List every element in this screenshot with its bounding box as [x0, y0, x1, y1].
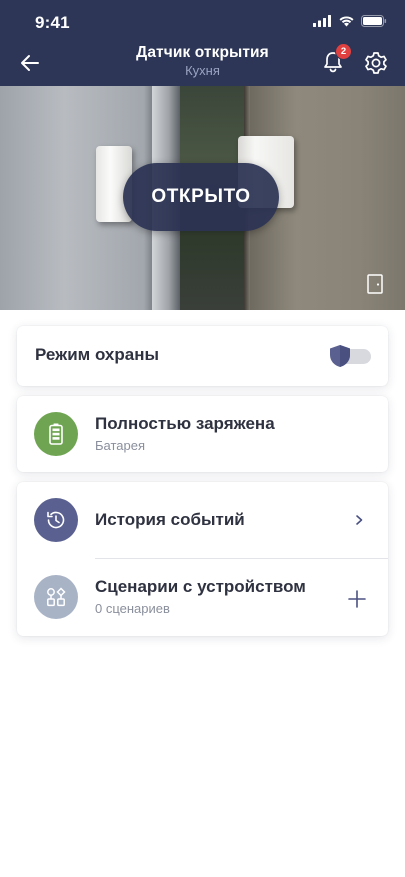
- app-header: 9:41 Датчик открытия Кухня 2: [0, 0, 405, 86]
- device-actions-card: История событий Сценарии с устройством 0…: [17, 482, 388, 636]
- scenario-icon-circle: [34, 575, 78, 619]
- guard-mode-label: Режим охраны: [35, 345, 159, 364]
- battery-title: Полностью заряжена: [95, 414, 275, 433]
- door-state-label: ОТКРЫТО: [151, 186, 251, 207]
- device-photo: ОТКРЫТО: [0, 86, 405, 310]
- add-scenario-icon[interactable]: [347, 589, 367, 609]
- battery-icon-circle: [34, 412, 78, 456]
- page-subtitle: Кухня: [185, 63, 220, 78]
- status-time: 9:41: [35, 13, 70, 32]
- page-title: Датчик открытия: [136, 44, 269, 61]
- chevron-right-icon: [356, 515, 363, 525]
- nav-bar: Датчик открытия Кухня 2: [0, 40, 405, 86]
- notification-badge: 2: [335, 43, 352, 60]
- signal-icon: [313, 15, 331, 27]
- door-state-pill: ОТКРЫТО: [123, 163, 279, 231]
- door-icon[interactable]: [367, 274, 383, 294]
- scenarios-title: Сценарии с устройством: [95, 577, 306, 596]
- battery-card: Полностью заряжена Батарея: [17, 396, 388, 472]
- guard-mode-card: Режим охраны: [17, 326, 388, 386]
- scenario-icon: [47, 587, 66, 607]
- back-arrow-icon[interactable]: [16, 49, 44, 77]
- event-history-row[interactable]: История событий: [17, 482, 388, 558]
- guard-mode-toggle[interactable]: [327, 343, 371, 369]
- title-block: Датчик открытия Кухня: [100, 44, 305, 78]
- status-icons: [313, 15, 387, 27]
- history-icon-circle: [34, 498, 78, 542]
- gear-icon[interactable]: [362, 49, 390, 77]
- scenarios-subtitle: 0 сценариев: [95, 601, 170, 616]
- event-history-title: История событий: [95, 510, 245, 529]
- battery-status-icon: [361, 15, 387, 27]
- battery-subtitle: Батарея: [95, 438, 146, 453]
- history-icon: [47, 511, 65, 529]
- shield-icon: [330, 345, 350, 367]
- scenarios-row[interactable]: Сценарии с устройством 0 сценариев: [17, 559, 388, 636]
- wifi-icon: [339, 16, 354, 27]
- status-bar: 9:41: [0, 0, 405, 44]
- battery-icon: [49, 423, 63, 445]
